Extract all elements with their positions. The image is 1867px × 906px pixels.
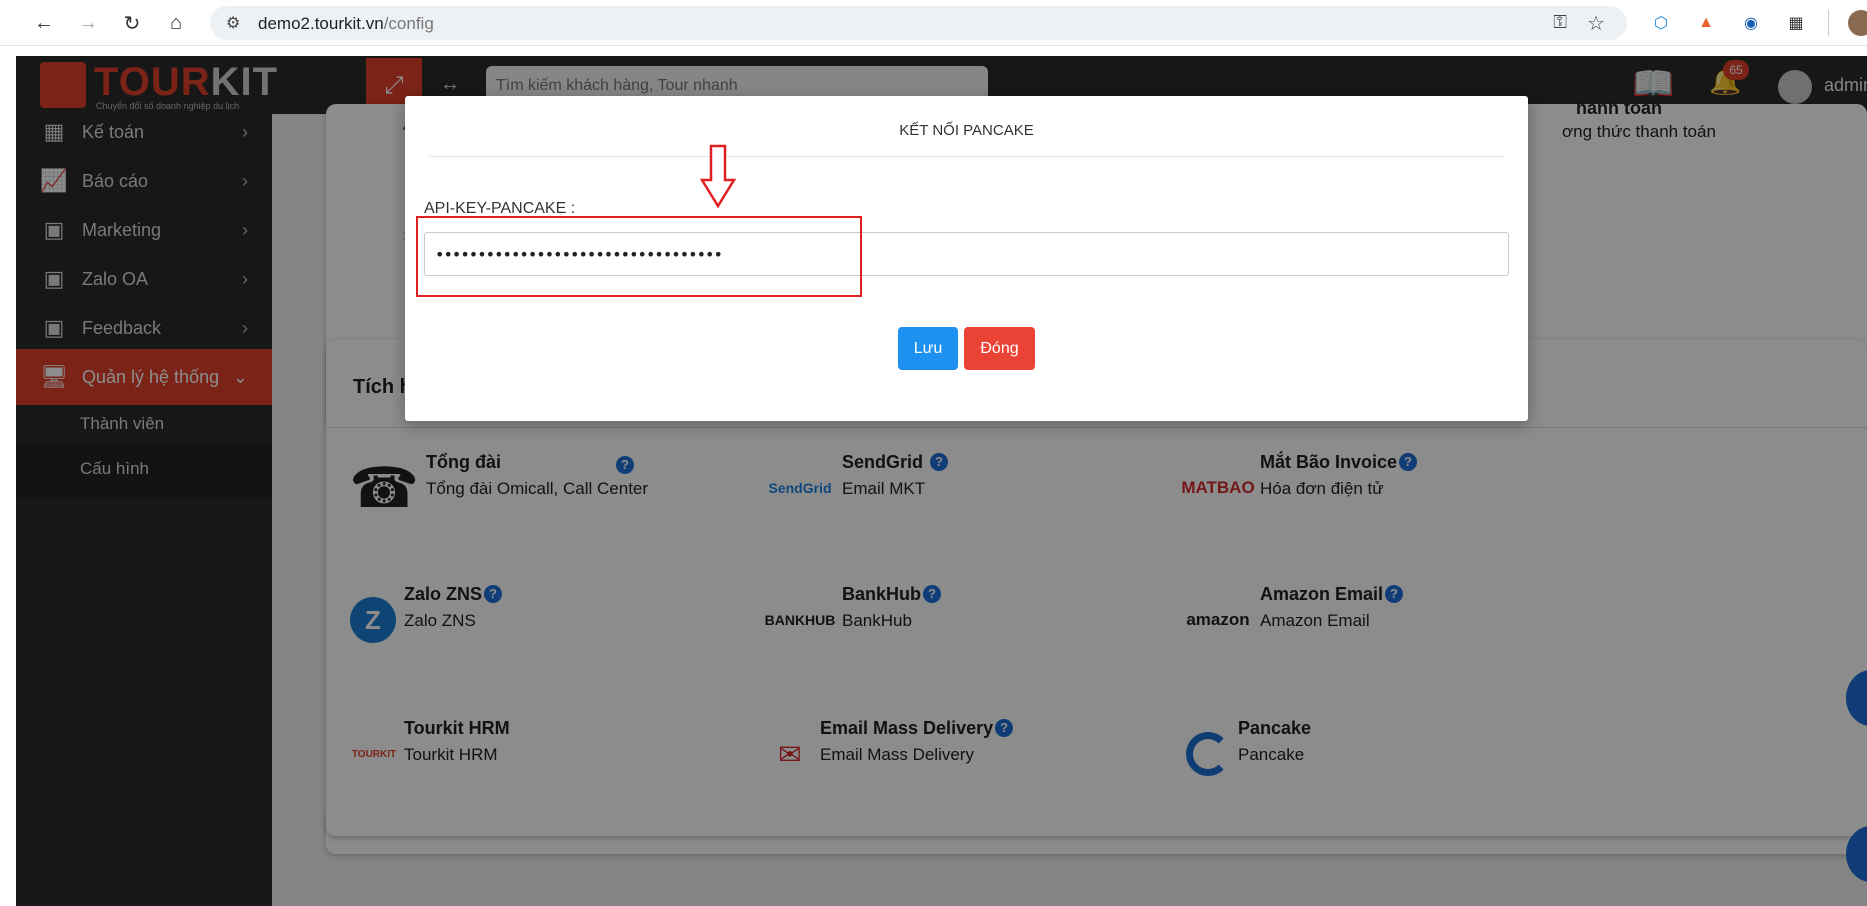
url-text: demo2.tourkit.vn/config bbox=[258, 14, 434, 34]
site-settings-icon[interactable]: ⚙ bbox=[226, 13, 240, 33]
save-button[interactable]: Lưu bbox=[898, 327, 958, 370]
url-path: /config bbox=[383, 14, 434, 33]
extension-globe-icon[interactable]: ◉ bbox=[1740, 12, 1762, 34]
annotation-down-arrow-icon bbox=[700, 144, 736, 208]
url-host: demo2.tourkit.vn bbox=[258, 14, 384, 33]
reload-icon[interactable]: ↻ bbox=[118, 9, 146, 37]
toolbar-divider bbox=[1828, 10, 1829, 36]
bookmark-star-icon[interactable]: ☆ bbox=[1587, 11, 1605, 36]
extension-hex-icon[interactable]: ⬡ bbox=[1650, 12, 1672, 34]
modal-divider bbox=[429, 156, 1504, 157]
profile-avatar[interactable] bbox=[1848, 10, 1867, 36]
password-key-icon[interactable]: ⚿ bbox=[1553, 12, 1567, 33]
home-icon[interactable]: ⌂ bbox=[162, 9, 190, 37]
browser-toolbar: ← → ↻ ⌂ ⚙ demo2.tourkit.vn/config ⚿ ☆ ⬡ … bbox=[0, 0, 1867, 46]
close-button[interactable]: Đóng bbox=[964, 327, 1035, 370]
back-icon[interactable]: ← bbox=[30, 9, 58, 37]
extension-flame-icon[interactable]: ▲ bbox=[1695, 12, 1717, 34]
annotation-highlight-box bbox=[416, 216, 862, 297]
address-bar[interactable]: ⚙ demo2.tourkit.vn/config ⚿ ☆ bbox=[210, 6, 1627, 40]
forward-icon[interactable]: → bbox=[74, 9, 102, 37]
extensions-puzzle-icon[interactable]: ▦ bbox=[1785, 12, 1807, 34]
modal-title: KẾT NỐI PANCAKE bbox=[899, 122, 1034, 139]
